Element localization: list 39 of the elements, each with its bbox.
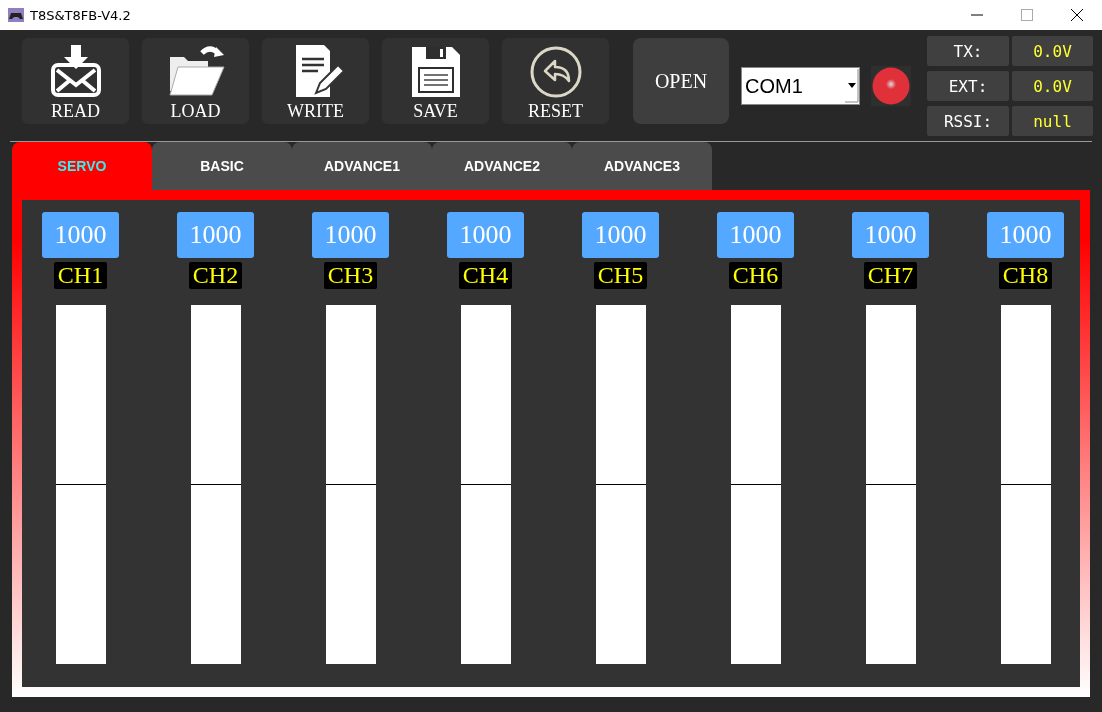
channel-value: 1000 [177, 212, 254, 258]
window-title: T8S&T8FB-V4.2 [30, 7, 132, 23]
tab[interactable]: BASIC [152, 142, 292, 190]
port-dropdown[interactable]: COM1 [741, 67, 860, 105]
maximize-icon[interactable] [1021, 9, 1033, 21]
status-value: 0.0V [1012, 36, 1093, 66]
status-label: EXT: [927, 71, 1009, 101]
tab[interactable]: ADVANCE1 [292, 142, 432, 190]
status-value: null [1012, 106, 1093, 136]
channel-label: CH3 [323, 262, 378, 289]
channel-label: CH5 [593, 262, 648, 289]
status-label: TX: [927, 36, 1009, 66]
gamepad-icon [8, 8, 24, 22]
reset-button[interactable]: RESET [502, 38, 609, 124]
save-button[interactable]: SAVE [382, 38, 489, 124]
channel-value: 1000 [582, 212, 659, 258]
channel-label: CH1 [53, 262, 108, 289]
channel-label: CH7 [863, 262, 918, 289]
channel-label: CH6 [728, 262, 783, 289]
status-light [872, 67, 910, 105]
open-button[interactable]: OPEN [633, 38, 729, 124]
channel-value: 1000 [717, 212, 794, 258]
channel-value: 1000 [447, 212, 524, 258]
read-button[interactable]: READ [22, 38, 129, 124]
channel-value: 1000 [312, 212, 389, 258]
channel-label: CH2 [188, 262, 243, 289]
status-value: 0.0V [1012, 71, 1093, 101]
tab[interactable]: ADVANCE3 [572, 142, 712, 190]
status-label: RSSI: [927, 106, 1009, 136]
channel-value: 1000 [987, 212, 1064, 258]
write-button[interactable]: WRITE [262, 38, 369, 124]
tab[interactable]: ADVANCE2 [432, 142, 572, 190]
channel-value: 1000 [852, 212, 929, 258]
channel-label: CH4 [458, 262, 513, 289]
channel-label: CH8 [998, 262, 1053, 289]
channel-value: 1000 [42, 212, 119, 258]
load-button[interactable]: LOAD [142, 38, 249, 124]
dropdown-arrow-icon [845, 69, 859, 103]
close-icon[interactable] [1071, 9, 1083, 21]
